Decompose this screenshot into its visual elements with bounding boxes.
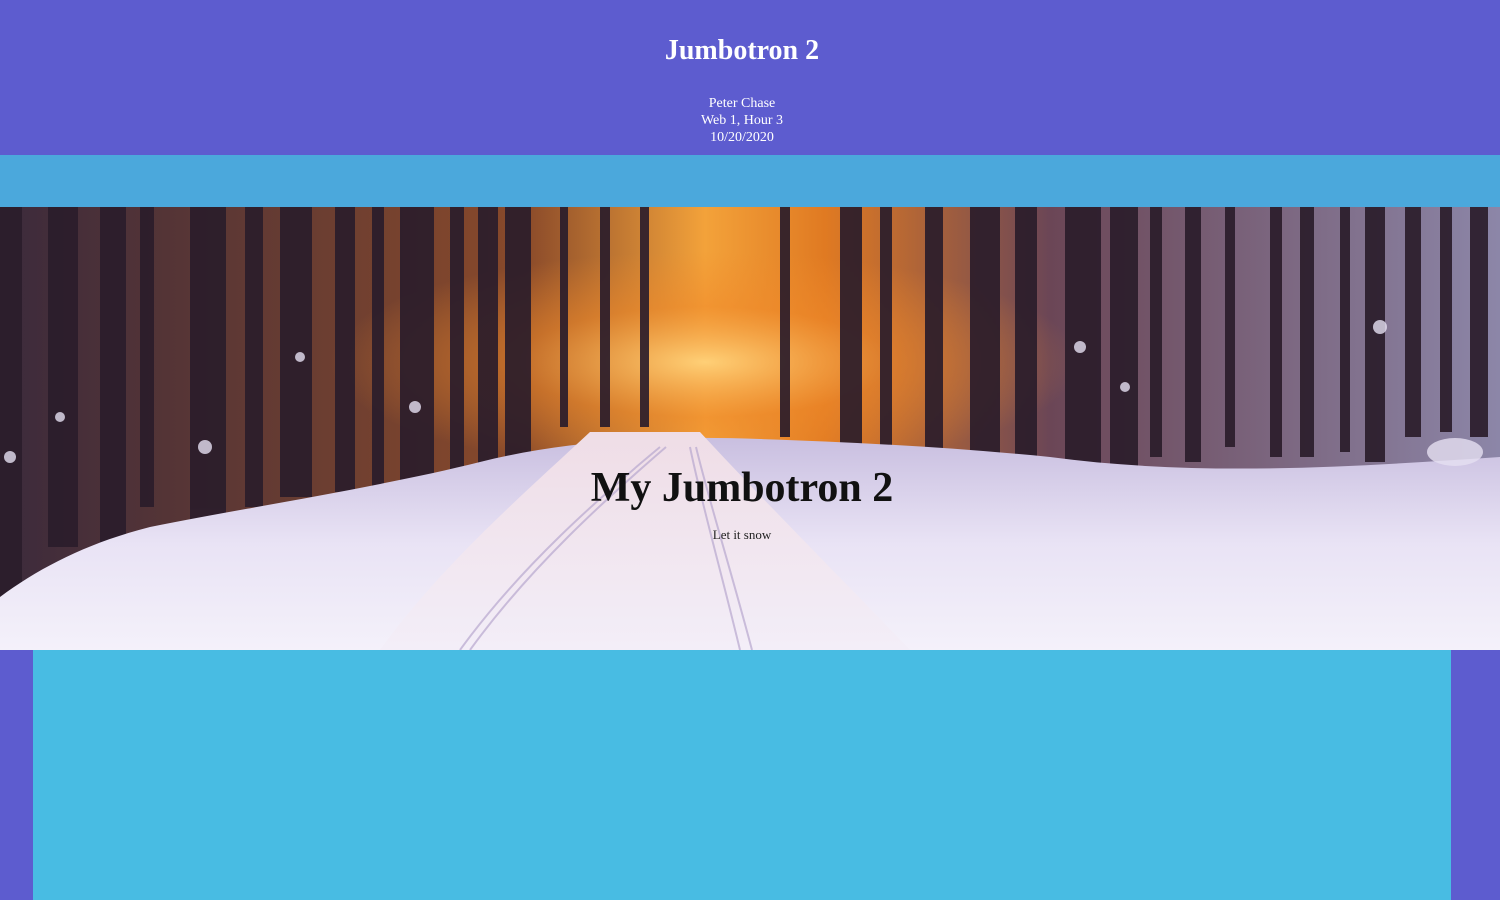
page-header: Jumbotron 2 Peter Chase Web 1, Hour 3 10… <box>0 0 1500 155</box>
author-info: Peter Chase Web 1, Hour 3 10/20/2020 <box>0 95 1484 146</box>
course-info: Web 1, Hour 3 <box>700 113 784 128</box>
jumbotron-heading: My Jumbotron 2 <box>590 465 894 511</box>
content-panel <box>33 650 1451 900</box>
jumbotron: My Jumbotron 2 Let it snow <box>0 207 1500 650</box>
page-title: Jumbotron 2 <box>664 35 820 66</box>
author-name: Peter Chase <box>708 96 776 111</box>
jumbotron-subtitle: Let it snow <box>712 527 772 542</box>
jumbotron-background-image <box>0 207 1500 650</box>
top-band <box>0 155 1500 207</box>
date-text: 10/20/2020 <box>710 130 774 145</box>
